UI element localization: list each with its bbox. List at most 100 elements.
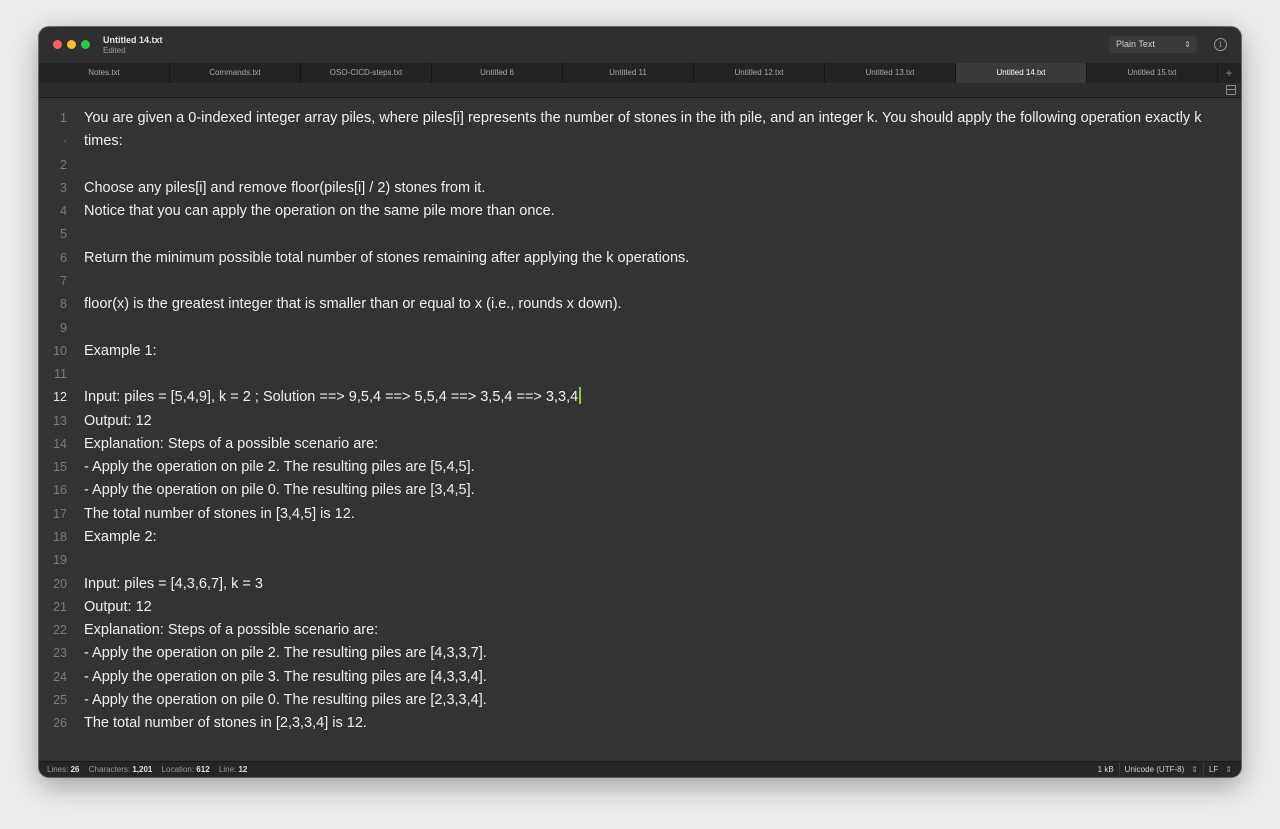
line-number: 18 xyxy=(53,530,67,544)
line-text[interactable]: - Apply the operation on pile 2. The res… xyxy=(84,642,487,665)
editor-line[interactable]: 1 You are given a 0-indexed integer array… xyxy=(39,107,1241,130)
title-bar: Untitled 14.txt Edited Plain Text ⇕ i xyxy=(39,27,1241,63)
line-text[interactable]: Explanation: Steps of a possible scenari… xyxy=(84,433,378,456)
tab-notes-txt[interactable]: Notes.txt xyxy=(39,63,170,83)
line-text[interactable]: Choose any piles[i] and remove floor(pil… xyxy=(84,177,485,200)
tab-untitled-15-txt[interactable]: Untitled 15.txt xyxy=(1087,63,1218,83)
line-text[interactable]: You are given a 0-indexed integer array … xyxy=(84,107,1201,130)
line-text[interactable]: Example 1: xyxy=(84,340,157,363)
line-label: Line: xyxy=(218,765,237,774)
line-text[interactable]: floor(x) is the greatest integer that is… xyxy=(84,293,622,316)
editor-line[interactable]: 17 The total number of stones in [3,4,5] … xyxy=(39,503,1241,526)
encoding-select[interactable]: Unicode (UTF-8) xyxy=(1118,762,1190,777)
line-text[interactable]: Input: piles = [5,4,9], k = 2 ; Solution… xyxy=(84,386,582,409)
close-window-button[interactable] xyxy=(53,40,62,49)
line-text[interactable]: - Apply the operation on pile 0. The res… xyxy=(84,689,487,712)
lines-count: 26 xyxy=(70,765,80,774)
tab-untitled-12-txt[interactable]: Untitled 12.txt xyxy=(694,63,825,83)
editor-line[interactable]: 9 xyxy=(39,317,1241,340)
editor-line[interactable]: 21 Output: 12 xyxy=(39,596,1241,619)
line-number: 25 xyxy=(53,693,67,707)
editor-line[interactable]: 23 - Apply the operation on pile 2. The r… xyxy=(39,642,1241,665)
editor-line[interactable]: 12 Input: piles = [5,4,9], k = 2 ; Soluti… xyxy=(39,386,1241,409)
editor-line[interactable]: 4 Notice that you can apply the operation… xyxy=(39,200,1241,223)
line-number: 8 xyxy=(60,297,67,311)
split-view-icon[interactable] xyxy=(1226,85,1236,95)
document-edited-status: Edited xyxy=(103,46,126,55)
line-content: The total number of stones in [3,4,5] is… xyxy=(84,506,355,522)
line-text[interactable]: Explanation: Steps of a possible scenari… xyxy=(84,619,378,642)
line-content: Input: piles = [4,3,6,7], k = 3 xyxy=(84,576,263,592)
tab-untitled-13-txt[interactable]: Untitled 13.txt xyxy=(825,63,956,83)
characters-count: 1,201 xyxy=(132,765,153,774)
line-text[interactable]: Notice that you can apply the operation … xyxy=(84,200,555,223)
minimize-window-button[interactable] xyxy=(67,40,76,49)
line-content: Example 2: xyxy=(84,529,157,545)
editor-line[interactable]: 10 Example 1: xyxy=(39,340,1241,363)
editor-line[interactable]: 19 xyxy=(39,549,1241,572)
tab-oso-cicd-steps-txt[interactable]: OSO-CICD-steps.txt xyxy=(301,63,432,83)
editor-line[interactable]: 20 Input: piles = [4,3,6,7], k = 3 xyxy=(39,573,1241,596)
line-text[interactable]: Output: 12 xyxy=(84,410,152,433)
editor-line[interactable]: 6 Return the minimum possible total numbe… xyxy=(39,247,1241,270)
tab-untitled-6[interactable]: Untitled 6 xyxy=(432,63,563,83)
line-number: 12 xyxy=(53,390,67,404)
tab-untitled-14-txt[interactable]: Untitled 14.txt xyxy=(956,63,1087,83)
line-text[interactable]: Input: piles = [4,3,6,7], k = 3 xyxy=(84,573,263,596)
editor-line[interactable]: 15 - Apply the operation on pile 2. The r… xyxy=(39,456,1241,479)
line-content: Example 1: xyxy=(84,343,157,359)
line-number: · xyxy=(62,134,67,148)
chevron-updown-icon: ⇕ xyxy=(1184,40,1191,49)
editor-line[interactable]: 18 Example 2: xyxy=(39,526,1241,549)
editor-line[interactable]: 24 - Apply the operation on pile 3. The r… xyxy=(39,666,1241,689)
tab-untitled-11[interactable]: Untitled 11 xyxy=(563,63,694,83)
editor-line[interactable]: 11 xyxy=(39,363,1241,386)
editor-line[interactable]: 8 floor(x) is the greatest integer that i… xyxy=(39,293,1241,316)
info-icon[interactable]: i xyxy=(1214,38,1227,51)
text-editor[interactable]: 1 You are given a 0-indexed integer array… xyxy=(39,107,1241,761)
status-settings: 1 kB Unicode (UTF-8) ⇕ LF ⇕ xyxy=(1093,762,1237,777)
editor-line[interactable]: · times: xyxy=(39,130,1241,153)
editor-line[interactable]: 14 Explanation: Steps of a possible scena… xyxy=(39,433,1241,456)
line-content: Output: 12 xyxy=(84,413,152,429)
editor-line[interactable]: 13 Output: 12 xyxy=(39,410,1241,433)
line-text[interactable]: times: xyxy=(84,130,123,153)
line-number: 7 xyxy=(60,274,67,288)
editor-line[interactable]: 5 xyxy=(39,223,1241,246)
location-label: Location: xyxy=(161,765,195,774)
editor-line[interactable]: 2 xyxy=(39,154,1241,177)
editor-line[interactable]: 22 Explanation: Steps of a possible scena… xyxy=(39,619,1241,642)
line-text[interactable]: - Apply the operation on pile 3. The res… xyxy=(84,666,487,689)
line-content: - Apply the operation on pile 0. The res… xyxy=(84,692,487,708)
line-text[interactable]: Return the minimum possible total number… xyxy=(84,247,689,270)
maximize-window-button[interactable] xyxy=(81,40,90,49)
line-number: 16 xyxy=(53,483,67,497)
syntax-mode-select[interactable]: Plain Text ⇕ xyxy=(1109,36,1197,53)
line-text[interactable]: Output: 12 xyxy=(84,596,152,619)
line-ending-select[interactable]: LF xyxy=(1202,762,1223,777)
line-text[interactable]: - Apply the operation on pile 0. The res… xyxy=(84,479,475,502)
line-number: 24 xyxy=(53,670,67,684)
status-bar: Lines: 26 Characters: 1,201 Location: 61… xyxy=(39,761,1241,777)
line-content: Choose any piles[i] and remove floor(pil… xyxy=(84,180,486,196)
editor-line[interactable]: 25 - Apply the operation on pile 0. The r… xyxy=(39,689,1241,712)
line-content: - Apply the operation on pile 2. The res… xyxy=(84,645,487,661)
editor-line[interactable]: 26 The total number of stones in [2,3,3,4… xyxy=(39,712,1241,735)
editor-line[interactable]: 16 - Apply the operation on pile 0. The r… xyxy=(39,479,1241,502)
line-content: - Apply the operation on pile 2. The res… xyxy=(84,459,475,475)
line-number: 5 xyxy=(60,227,67,241)
line-number: 20 xyxy=(53,577,67,591)
editor-line[interactable]: 7 xyxy=(39,270,1241,293)
line-content: You are given a 0-indexed integer array … xyxy=(84,110,1202,126)
syntax-mode-label: Plain Text xyxy=(1116,39,1155,49)
line-text[interactable]: The total number of stones in [3,4,5] is… xyxy=(84,503,355,526)
new-tab-button[interactable]: + xyxy=(1218,63,1240,83)
line-number: 2 xyxy=(60,158,67,172)
chevron-updown-icon: ⇕ xyxy=(1191,765,1198,774)
line-value: 12 xyxy=(238,765,248,774)
line-text[interactable]: The total number of stones in [2,3,3,4] … xyxy=(84,712,367,735)
editor-line[interactable]: 3 Choose any piles[i] and remove floor(pi… xyxy=(39,177,1241,200)
line-text[interactable]: Example 2: xyxy=(84,526,157,549)
line-text[interactable]: - Apply the operation on pile 2. The res… xyxy=(84,456,475,479)
tab-commands-txt[interactable]: Commands.txt xyxy=(170,63,301,83)
